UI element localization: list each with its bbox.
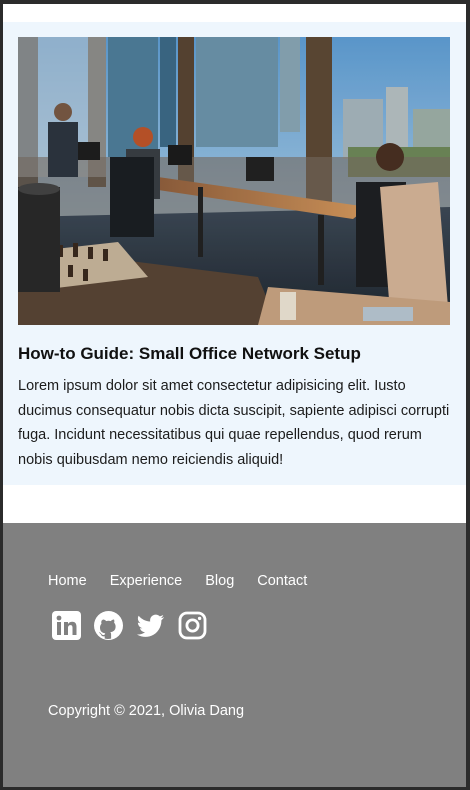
copyright-text: Copyright © 2021, Olivia Dang bbox=[48, 703, 245, 719]
nav-link-experience[interactable]: Experience bbox=[110, 573, 183, 589]
article-card: How-to Guide: Small Office Network Setup… bbox=[3, 22, 466, 485]
article-title: How-to Guide: Small Office Network Setup bbox=[18, 344, 361, 363]
page: How-to Guide: Small Office Network Setup… bbox=[3, 4, 466, 787]
footer-nav: Home Experience Blog Contact bbox=[48, 573, 307, 589]
nav-link-blog[interactable]: Blog bbox=[205, 573, 234, 589]
nav-link-home[interactable]: Home bbox=[48, 573, 87, 589]
instagram-icon[interactable] bbox=[178, 611, 207, 640]
twitter-icon[interactable] bbox=[136, 611, 165, 640]
linkedin-icon[interactable] bbox=[52, 611, 81, 640]
social-links bbox=[52, 611, 207, 640]
article-image bbox=[18, 37, 450, 325]
nav-link-contact[interactable]: Contact bbox=[257, 573, 307, 589]
footer: Home Experience Blog Contact Copyright ©… bbox=[3, 523, 466, 787]
github-icon[interactable] bbox=[94, 611, 123, 640]
article-body: Lorem ipsum dolor sit amet consectetur a… bbox=[18, 378, 450, 468]
